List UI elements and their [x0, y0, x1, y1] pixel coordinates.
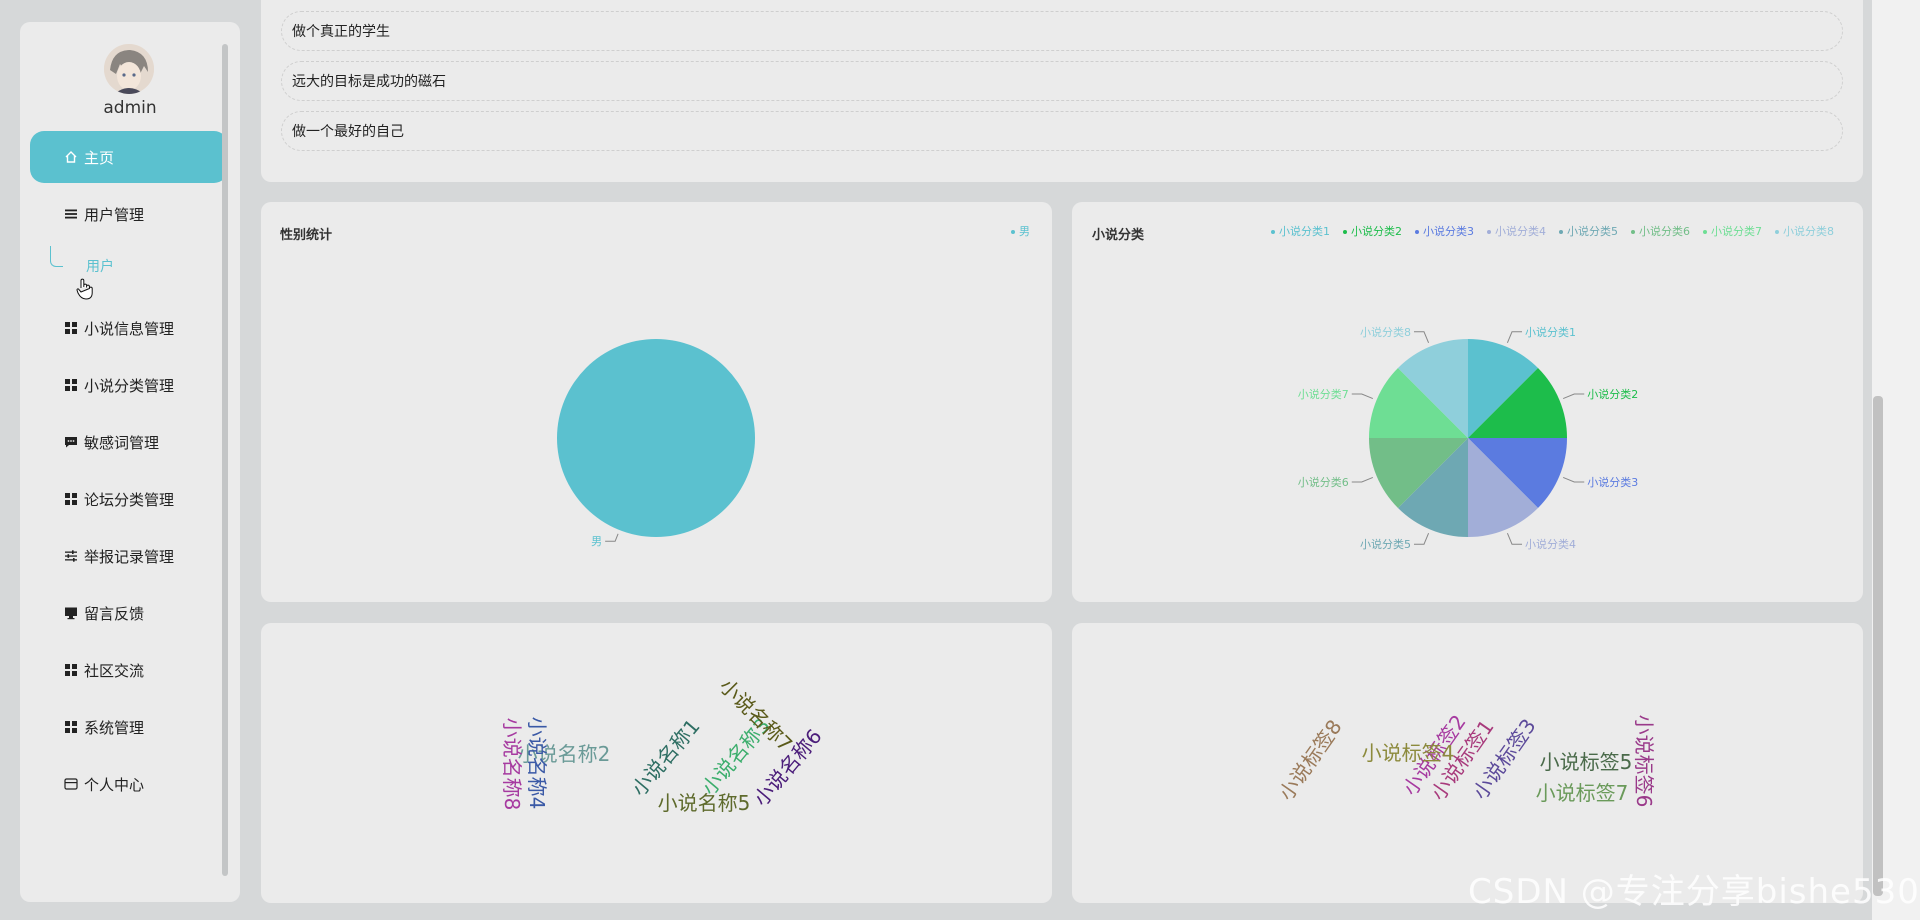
novel-name-wordcloud: 小说名称1小说名称2 小说名称3小说名称4 小说名称5小说名称6小说名称7小说名称8 [500, 674, 827, 815]
grid-icon [64, 378, 78, 392]
pie-label-line [1506, 532, 1523, 545]
wordcloud-word[interactable]: 小说标签7 [1536, 781, 1629, 805]
pie-label-line [1506, 331, 1523, 344]
chat-icon [64, 435, 78, 449]
menu-label: 留言反馈 [84, 604, 145, 623]
pie-label-line [1351, 476, 1374, 483]
quote-text: 做一个最好的自己 [292, 124, 404, 140]
pie-slice-label: 小说分类8 [1360, 325, 1411, 339]
quotes-card: 做个真正的学生 远大的目标是成功的磁石 做一个最好的自己 [261, 0, 1863, 182]
menu-label: 个人中心 [84, 775, 145, 794]
quote-item: 远大的目标是成功的磁石 [281, 61, 1843, 101]
pie-label-line [605, 533, 619, 542]
home-icon [64, 150, 78, 164]
username: admin [103, 98, 157, 118]
pie-label-line [1413, 331, 1430, 344]
pie-slice-label: 小说分类2 [1587, 387, 1638, 401]
menu-item-user-management[interactable]: 用户管理 [30, 188, 228, 240]
menu-label: 举报记录管理 [84, 547, 175, 566]
sidebar: admin 主页 用户管理 用户 小说信息管理 小说分类管理 敏感词管理 论坛分… [20, 22, 240, 902]
submenu-item-user[interactable]: 用户 [86, 256, 114, 276]
pie-slice-label: 小说分类5 [1360, 537, 1411, 551]
menu-item-community[interactable]: 社区交流 [30, 644, 228, 696]
avatar[interactable] [104, 44, 154, 94]
pie-slice-label: 男 [591, 535, 602, 548]
grid-icon [64, 720, 78, 734]
menu-label: 论坛分类管理 [84, 490, 175, 509]
pie-slice[interactable] [557, 339, 755, 537]
pie-label-line [1413, 532, 1430, 545]
menu-item-personal-center[interactable]: 个人中心 [30, 758, 228, 810]
sliders-icon [64, 549, 78, 563]
menu-item-novel-category[interactable]: 小说分类管理 [30, 359, 228, 411]
menu-label: 主页 [84, 148, 115, 167]
gender-pie-chart: 男 [557, 339, 755, 548]
menu-label: 敏感词管理 [84, 433, 160, 452]
menu-label: 用户管理 [84, 205, 145, 224]
card-icon [64, 777, 78, 791]
wordcloud-word[interactable]: 小说标签5 [1540, 750, 1633, 774]
wordcloud-word[interactable]: 小说名称5 [658, 791, 751, 815]
category-pie-chart: 小说分类1 小说分类2 小说分类3 小说分类4 小说分类5 小说分类6 小说分类7 小说分类8 [1298, 325, 1638, 551]
hand-cursor-icon [76, 278, 94, 304]
pie-slice-label: 小说分类7 [1298, 387, 1349, 401]
menu-label: 系统管理 [84, 718, 145, 737]
quote-item: 做个真正的学生 [281, 11, 1843, 51]
quote-text: 做个真正的学生 [292, 24, 390, 40]
menu-item-home[interactable]: 主页 [30, 131, 228, 183]
pie-label-line [1562, 393, 1585, 400]
novel-tag-wordcloud: 小说标签1小说标签2小说标签3小说标签4 小说标签5 小说标签6小说标签7小说标签8 [1274, 710, 1656, 808]
wordcloud-word[interactable]: 小说标签8 [1274, 715, 1347, 805]
grid-icon [64, 663, 78, 677]
menu-label: 社区交流 [84, 661, 145, 680]
pie-slice-label: 小说分类1 [1525, 325, 1576, 339]
category-chart-card: 小说分类 小说分类1 小说分类2 小说分类3 小说分类4 小说分类5 小说分类6 小说分类7… [1072, 202, 1863, 602]
menu-item-novel-info[interactable]: 小说信息管理 [30, 302, 228, 354]
quote-item: 做一个最好的自己 [281, 111, 1843, 151]
submenu-connector [50, 246, 63, 267]
watermark: CSDN @专注分享bishe530 [1468, 872, 1920, 912]
menu-label: 小说信息管理 [84, 319, 175, 338]
pie-label-line [1562, 476, 1585, 483]
wordcloud-word[interactable]: 小说标签6 [1632, 715, 1656, 808]
wordcloud-word[interactable]: 小说名称4 [525, 717, 549, 810]
wordcloud-word[interactable]: 小说名称8 [500, 718, 524, 811]
gender-chart-card: 性别统计 男 男 [261, 202, 1052, 602]
quote-text: 远大的目标是成功的磁石 [292, 74, 446, 90]
sidebar-scrollbar[interactable] [222, 44, 228, 876]
menu-item-system-management[interactable]: 系统管理 [30, 701, 228, 753]
menu-item-forum-category[interactable]: 论坛分类管理 [30, 473, 228, 525]
pie-slice-label: 小说分类6 [1298, 475, 1349, 489]
menu-item-sensitive-words[interactable]: 敏感词管理 [30, 416, 228, 468]
menu-label: 小说分类管理 [84, 376, 175, 395]
wordcloud-word[interactable]: 小说名称1 [627, 714, 705, 800]
pie-slice-label: 小说分类3 [1587, 475, 1638, 489]
monitor-icon [64, 606, 78, 620]
grid-icon [64, 321, 78, 335]
grid-icon [64, 492, 78, 506]
novel-name-wordcloud-card: 小说名称1 小说名称2 小说名称3 小说名称4 小说名称5 小说名称6 小说名称7 小说名称8 [261, 623, 1052, 903]
wordcloud-word[interactable]: 小说标签4 [1362, 741, 1455, 765]
page-scrollbar-thumb[interactable] [1873, 396, 1883, 896]
list-icon [64, 207, 78, 221]
novel-tag-wordcloud-card: 小说标签1 小说标签2 小说标签3 小说标签4 小说标签5 小说标签6 小说标签7 小说标签8 [1072, 623, 1863, 903]
menu-item-report-records[interactable]: 举报记录管理 [30, 530, 228, 582]
pie-label-line [1351, 393, 1374, 400]
menu-item-feedback[interactable]: 留言反馈 [30, 587, 228, 639]
pie-slice-label: 小说分类4 [1525, 537, 1576, 551]
